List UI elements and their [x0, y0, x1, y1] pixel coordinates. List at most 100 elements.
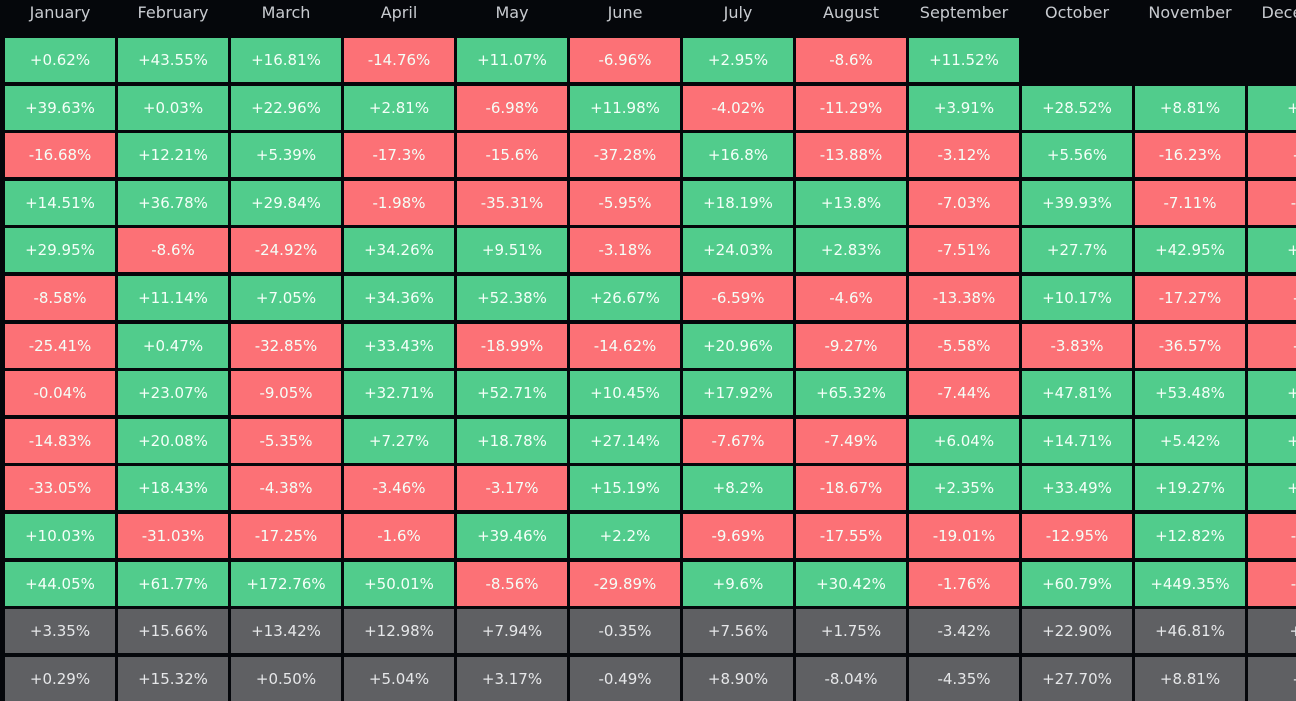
return-cell: -5.35%: [231, 419, 341, 463]
summary-cell: +5.: [1248, 609, 1296, 653]
return-cell: +17.92%: [683, 371, 793, 415]
summary-cell: +3.35%: [5, 609, 115, 653]
return-cell: +12: [1248, 86, 1296, 130]
column-header-june: June: [607, 3, 643, 22]
return-cell: +449.35%: [1135, 562, 1245, 606]
return-cell: +12.21%: [118, 133, 228, 177]
return-cell: +30: [1248, 419, 1296, 463]
return-cell: -3.46%: [344, 466, 454, 510]
return-cell: +43.55%: [118, 38, 228, 82]
return-cell: +11.07%: [457, 38, 567, 82]
summary-cell: +27.70%: [1022, 657, 1132, 701]
return-cell: +7.05%: [231, 276, 341, 320]
return-cell: -1.76%: [909, 562, 1019, 606]
return-cell: -13.88%: [796, 133, 906, 177]
return-cell: -9.05%: [231, 371, 341, 415]
return-cell: -9.69%: [683, 514, 793, 558]
return-cell: +11.98%: [570, 86, 680, 130]
return-cell: +10.03%: [5, 514, 115, 558]
return-cell: +5.56%: [1022, 133, 1132, 177]
return-cell: -6.96%: [570, 38, 680, 82]
summary-cell: -0.35%: [570, 609, 680, 653]
return-cell: -7.51%: [909, 228, 1019, 272]
return-cell: -4.6%: [796, 276, 906, 320]
return-cell: +3.91%: [909, 86, 1019, 130]
return-cell: +11.14%: [118, 276, 228, 320]
return-cell: +42.95%: [1135, 228, 1245, 272]
column-header-january: January: [29, 3, 91, 22]
return-cell: -18.67%: [796, 466, 906, 510]
return-cell: +12.82%: [1135, 514, 1245, 558]
return-cell: -3.18%: [570, 228, 680, 272]
return-cell: +38: [1248, 371, 1296, 415]
return-cell: -32.85%: [231, 324, 341, 368]
return-cell: -0.04%: [5, 371, 115, 415]
return-cell: +172.76%: [231, 562, 341, 606]
summary-cell: -3.42%: [909, 609, 1019, 653]
return-cell: -18.99%: [457, 324, 567, 368]
return-cell: -12.95%: [1022, 514, 1132, 558]
return-cell: +65.32%: [796, 371, 906, 415]
return-cell: -25.41%: [5, 324, 115, 368]
column-header-august: August: [823, 3, 879, 22]
return-cell: +39.46%: [457, 514, 567, 558]
return-cell: +7.27%: [344, 419, 454, 463]
return-cell: +8.81%: [1135, 86, 1245, 130]
return-cell: +53.48%: [1135, 371, 1245, 415]
return-cell: +18.43%: [118, 466, 228, 510]
return-cell: +39.93%: [1022, 181, 1132, 225]
return-cell: +34.36%: [344, 276, 454, 320]
return-cell: -7.44%: [909, 371, 1019, 415]
return-cell: -34: [1248, 562, 1296, 606]
return-cell: -1.98%: [344, 181, 454, 225]
return-cell: +23.07%: [118, 371, 228, 415]
return-cell: +32.71%: [344, 371, 454, 415]
return-cell: +2.2%: [570, 514, 680, 558]
column-header-september: September: [919, 3, 1009, 22]
return-cell: -1.6%: [344, 514, 454, 558]
summary-cell: +5.04%: [344, 657, 454, 701]
return-cell: +19.27%: [1135, 466, 1245, 510]
return-cell: -17.55%: [796, 514, 906, 558]
return-cell: +27.7%: [1022, 228, 1132, 272]
return-cell: +13.8%: [796, 181, 906, 225]
column-header-october: October: [1044, 3, 1110, 22]
return-cell: +20.08%: [118, 419, 228, 463]
return-cell: +33.49%: [1022, 466, 1132, 510]
return-cell: -15.6%: [457, 133, 567, 177]
return-cell: -16.68%: [5, 133, 115, 177]
summary-cell: +8.81%: [1135, 657, 1245, 701]
return-cell: +60.79%: [1022, 562, 1132, 606]
summary-cell: +7.94%: [457, 609, 567, 653]
return-cell: +18.19%: [683, 181, 793, 225]
return-cell: -3.83%: [1022, 324, 1132, 368]
summary-cell: +46.81%: [1135, 609, 1245, 653]
return-cell: +30.42%: [796, 562, 906, 606]
return-cell: -15: [1248, 514, 1296, 558]
summary-cell: +13.42%: [231, 609, 341, 653]
return-cell: -3.: [1248, 133, 1296, 177]
return-cell: +2.35%: [909, 466, 1019, 510]
return-cell: -14.62%: [570, 324, 680, 368]
return-cell: +14.71%: [1022, 419, 1132, 463]
return-cell: +5.42%: [1135, 419, 1245, 463]
return-cell: -8.56%: [457, 562, 567, 606]
return-cell: +6.04%: [909, 419, 1019, 463]
return-cell: -8.6%: [118, 228, 228, 272]
return-cell: -7.49%: [796, 419, 906, 463]
return-cell: +2.83%: [796, 228, 906, 272]
return-cell: -11.29%: [796, 86, 906, 130]
return-cell: +22.96%: [231, 86, 341, 130]
return-cell: +29.95%: [5, 228, 115, 272]
return-cell: -17.27%: [1135, 276, 1245, 320]
summary-cell: +1.75%: [796, 609, 906, 653]
return-cell: -13.38%: [909, 276, 1019, 320]
summary-cell: -0.49%: [570, 657, 680, 701]
summary-cell: +8.90%: [683, 657, 793, 701]
return-cell: +8.2%: [683, 466, 793, 510]
return-cell: +16.81%: [231, 38, 341, 82]
return-cell: +27.14%: [570, 419, 680, 463]
summary-cell: +0.50%: [231, 657, 341, 701]
return-cell: +9.6%: [683, 562, 793, 606]
return-cell: +20.96%: [683, 324, 793, 368]
